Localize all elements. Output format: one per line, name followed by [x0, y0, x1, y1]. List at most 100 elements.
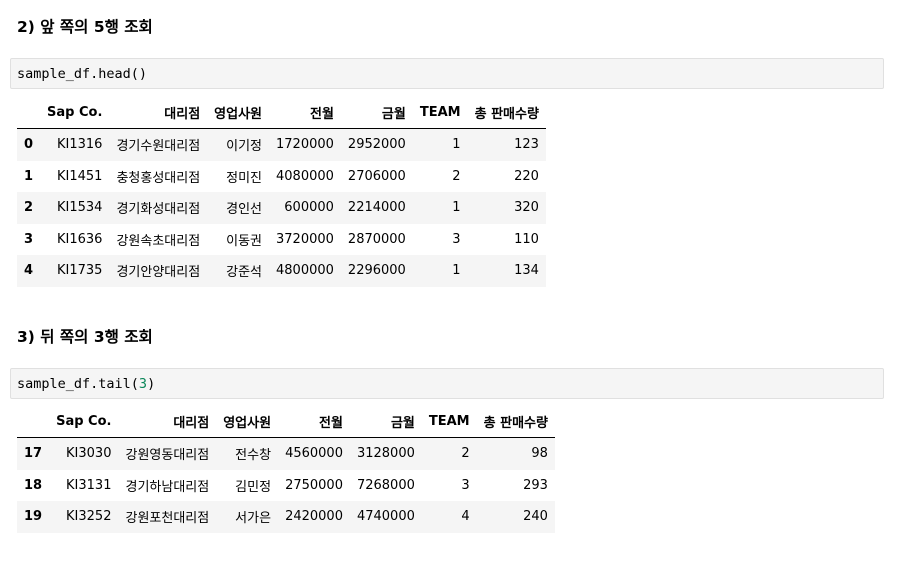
- table-cell: KI1451: [56, 168, 103, 184]
- table-cell: 110: [514, 231, 539, 247]
- column-header: TEAM: [421, 406, 477, 438]
- section-heading-head: 2) 앞 쪽의 5행 조회: [17, 18, 153, 36]
- code-text-tail: sample_df.tail(3): [17, 375, 155, 393]
- column-header: 영업사원: [216, 406, 279, 438]
- table-cell: 123: [514, 137, 539, 153]
- column-header: 금월: [340, 97, 413, 129]
- table-cell: 1: [452, 200, 461, 216]
- dataframe-tail-table: Sap Co. 대리점 영업사원 전월 금월 TEAM 총 판매수량 17 KI3030 강원영동…: [17, 406, 555, 533]
- table-cell: KI1534: [56, 200, 103, 216]
- table-cell: 1720000: [276, 137, 334, 153]
- table-cell: 4740000: [356, 509, 415, 525]
- code-text-head: sample_df.head(): [17, 65, 147, 83]
- row-index: 3: [24, 231, 34, 247]
- table-cell: 3: [452, 231, 461, 247]
- table-cell: 4800000: [276, 263, 334, 279]
- table-cell: KI3252: [66, 509, 112, 525]
- table-row: 17 KI3030 강원영동대리점 전수창 4560000 3128000 2 98: [17, 437, 555, 470]
- column-header: Sap Co.: [40, 97, 110, 129]
- column-header: Sap Co.: [49, 406, 119, 438]
- code-cell-head[interactable]: sample_df.head(): [10, 58, 884, 89]
- table-cell: 240: [523, 509, 548, 525]
- row-index: 19: [24, 509, 43, 525]
- table-cell: 3128000: [356, 446, 415, 462]
- table-row: 18 KI3131 경기하남대리점 김민정 2750000 7268000 3 293: [17, 469, 555, 501]
- table-cell: 경기화성대리점: [116, 202, 201, 218]
- table-row: 2 KI1534 경기화성대리점 경인선 600000 2214000 1 320: [17, 192, 546, 224]
- code-call: sample_df.tail(: [17, 376, 139, 392]
- table-cell: 3: [461, 477, 470, 493]
- table-cell: 강원포천대리점: [125, 511, 210, 527]
- table-cell: KI3131: [66, 477, 112, 493]
- row-index: 18: [24, 477, 43, 493]
- table-cell: 2420000: [285, 509, 343, 525]
- table-cell: KI3030: [66, 446, 112, 462]
- table-row: 1 KI1451 충청홍성대리점 정미진 4080000 2706000 2 220: [17, 160, 546, 192]
- row-index: 0: [24, 137, 34, 153]
- table-cell: 강준석: [226, 265, 263, 281]
- table-cell: KI1316: [56, 137, 103, 153]
- index-header: [17, 406, 50, 438]
- table-cell: 서가은: [235, 511, 272, 527]
- row-index: 4: [24, 263, 34, 279]
- table-cell: 3720000: [276, 231, 334, 247]
- table-cell: 2952000: [347, 137, 406, 153]
- column-header: 전월: [278, 406, 350, 438]
- table-cell: 600000: [284, 200, 334, 216]
- table-cell: 김민정: [235, 479, 272, 495]
- table-cell: 2: [452, 168, 461, 184]
- table-cell: 1: [452, 137, 461, 153]
- column-header: 대리점: [109, 97, 208, 129]
- table-cell: 전수창: [235, 448, 272, 464]
- table-cell: 경인선: [226, 202, 263, 218]
- table-cell: 정미진: [226, 170, 263, 186]
- table-cell: 1: [452, 263, 461, 279]
- table-cell: 이동권: [226, 233, 263, 249]
- dataframe-head-table: Sap Co. 대리점 영업사원 전월 금월 TEAM 총 판매수량 0 KI1316 경기수원대…: [17, 97, 546, 287]
- column-header: 대리점: [118, 406, 217, 438]
- section-heading-tail: 3) 뒤 쪽의 3행 조회: [17, 328, 153, 346]
- table-cell: 경기안양대리점: [116, 265, 201, 281]
- column-header: 총 판매수량: [467, 97, 546, 129]
- table-row: 0 KI1316 경기수원대리점 이기정 1720000 2952000 1 123: [17, 128, 546, 161]
- table-cell: 강원영동대리점: [125, 448, 210, 464]
- table-cell: 98: [531, 446, 548, 462]
- table-cell: 4560000: [285, 446, 343, 462]
- table-cell: 2706000: [347, 168, 406, 184]
- table-cell: 2296000: [347, 263, 406, 279]
- row-index: 2: [24, 200, 34, 216]
- column-header: 총 판매수량: [476, 406, 555, 438]
- table-cell: 134: [514, 263, 539, 279]
- table-row: 4 KI1735 경기안양대리점 강준석 4800000 2296000 1 134: [17, 255, 546, 287]
- column-header: 영업사원: [207, 97, 270, 129]
- table-cell: KI1636: [56, 231, 103, 247]
- table-header-row: Sap Co. 대리점 영업사원 전월 금월 TEAM 총 판매수량: [17, 97, 546, 129]
- table-cell: 강원속초대리점: [116, 233, 201, 249]
- code-call: sample_df.head(: [17, 66, 139, 82]
- column-header: 금월: [349, 406, 422, 438]
- row-index: 17: [24, 446, 43, 462]
- table-header-row: Sap Co. 대리점 영업사원 전월 금월 TEAM 총 판매수량: [17, 406, 555, 438]
- table-cell: 경기하남대리점: [125, 479, 210, 495]
- table-cell: KI1735: [56, 263, 103, 279]
- table-cell: 2: [461, 446, 470, 462]
- row-index: 1: [24, 168, 34, 184]
- code-argument: 3: [138, 376, 148, 392]
- code-call-end: ): [138, 66, 148, 82]
- table-cell: 2870000: [347, 231, 406, 247]
- table-cell: 4080000: [276, 168, 334, 184]
- table-cell: 이기정: [226, 139, 263, 155]
- table-row: 19 KI3252 강원포천대리점 서가은 2420000 4740000 4 240: [17, 501, 555, 533]
- table-cell: 320: [514, 200, 539, 216]
- column-header: 전월: [269, 97, 341, 129]
- table-cell: 220: [514, 168, 539, 184]
- index-header: [17, 97, 41, 129]
- table-cell: 4: [461, 509, 470, 525]
- table-cell: 2750000: [285, 477, 343, 493]
- column-header: TEAM: [412, 97, 468, 129]
- table-cell: 7268000: [356, 477, 415, 493]
- table-cell: 충청홍성대리점: [116, 170, 201, 186]
- code-call-end: ): [147, 376, 156, 392]
- table-cell: 293: [523, 477, 548, 493]
- code-cell-tail[interactable]: sample_df.tail(3): [10, 368, 884, 399]
